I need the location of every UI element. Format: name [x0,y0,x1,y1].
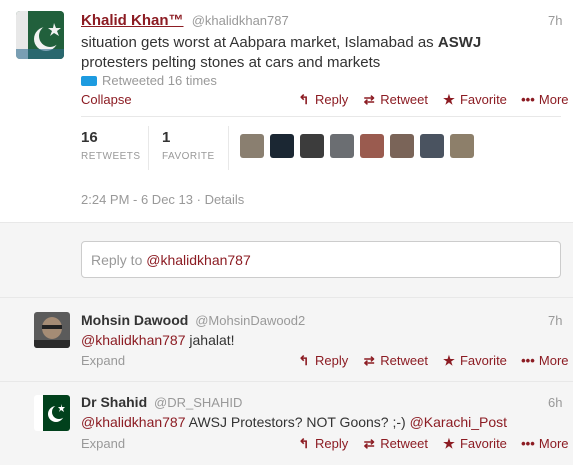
retweet-button[interactable]: ⇄ Retweet [362,92,428,107]
divider [81,116,561,117]
more-button[interactable]: ••• More [521,92,569,107]
reply-icon: ↰ [298,353,310,368]
author-line: Khalid Khan™ @khalidkhan787 [81,12,289,29]
retweet-badge-icon [81,76,97,86]
timestamp-text[interactable]: 2:24 PM - 6 Dec 13 [81,192,193,207]
reply-button[interactable]: ↰ Reply [297,92,349,107]
star-icon: ★ [443,353,455,368]
retweeter-avatar[interactable] [240,134,264,158]
retweets-count: 16 [81,129,98,146]
more-icon: ••• [521,92,535,107]
more-icon: ••• [521,353,535,368]
reply-button[interactable]: ↰ Reply [297,353,349,368]
avatar[interactable] [34,312,70,348]
favorites-count: 1 [162,129,171,146]
divider [148,126,149,170]
expand-link[interactable]: Expand [81,353,125,368]
retweeter-avatar[interactable] [420,134,444,158]
mention-link[interactable]: @khalidkhan787 [81,414,186,430]
star-icon: ★ [443,92,455,107]
reply-text-part: AWSJ Protestors? NOT Goons? ;-) [185,414,410,430]
tweet-time[interactable]: 7h [548,13,562,28]
avatar[interactable] [34,395,70,431]
more-button[interactable]: ••• More [521,353,569,368]
reply-mention: @khalidkhan787 [146,252,251,268]
favorite-label: Favorite [459,436,507,451]
reply-time[interactable]: 7h [548,313,562,328]
reply-text-part: jahalat! [185,332,235,348]
reply-tweet[interactable]: Mohsin Dawood @MohsinDawood2 7h @khalidk… [0,297,573,382]
reply-icon: ↰ [298,436,310,451]
retweet-icon: ⇄ [363,436,375,451]
retweet-label: Retweet [380,436,428,451]
favorite-button[interactable]: ★ Favorite [442,353,507,368]
more-label: More [538,353,569,368]
avatar[interactable] [16,11,64,59]
retweeted-label: Retweeted 16 times [102,73,217,88]
tweet-timestamp: 2:24 PM - 6 Dec 13 · Details [81,192,245,207]
retweeter-avatar[interactable] [390,134,414,158]
retweets-stat[interactable]: 16 RETWEETS [81,129,141,162]
reply-input[interactable]: Reply to @khalidkhan787 [81,241,561,278]
reply-prefix: Reply to [91,252,147,268]
favorite-button[interactable]: ★ Favorite [442,92,507,107]
more-icon: ••• [521,436,535,451]
reply-author-line: Mohsin Dawood @MohsinDawood2 [81,312,305,328]
reply-author-handle[interactable]: @DR_SHAHID [154,395,242,410]
retweeter-avatar[interactable] [330,134,354,158]
main-tweet[interactable]: Khalid Khan™ @khalidkhan787 7h situation… [0,0,573,298]
tweet-text-bold: ASWJ [437,34,482,51]
retweeted-indicator: Retweeted 16 times [81,73,217,88]
reply-actions: ↰ Reply ⇄ Retweet ★ Favorite ••• More [297,436,569,452]
more-button[interactable]: ••• More [521,436,569,451]
retweet-icon: ⇄ [363,92,375,107]
reply-author-fullname[interactable]: Mohsin Dawood [81,312,188,328]
tweet-text-part: protesters pelting stones at cars and ma… [81,54,381,71]
favorites-label: FAVORITE [162,151,215,162]
retweeter-avatar[interactable] [270,134,294,158]
reply-author-fullname[interactable]: Dr Shahid [81,394,147,410]
favorite-label: Favorite [459,353,507,368]
mention-link[interactable]: @Karachi_Post [410,414,507,430]
more-label: More [538,436,569,451]
retweeter-avatar[interactable] [450,134,474,158]
expand-link[interactable]: Expand [81,436,125,451]
tweet-text: situation gets worst at Aabpara market, … [81,33,551,73]
favorites-stat[interactable]: 1 FAVORITE [162,129,215,162]
details-link[interactable]: Details [205,192,245,207]
favorite-label: Favorite [459,92,507,107]
author-handle[interactable]: @khalidkhan787 [192,13,289,28]
retweet-button[interactable]: ⇄ Retweet [362,436,428,451]
reply-actions: ↰ Reply ⇄ Retweet ★ Favorite ••• More [297,353,569,369]
reply-icon: ↰ [298,92,310,107]
retweet-button[interactable]: ⇄ Retweet [362,353,428,368]
favorite-button[interactable]: ★ Favorite [442,436,507,451]
reply-text: @khalidkhan787 AWSJ Protestors? NOT Goon… [81,414,507,430]
reply-time[interactable]: 6h [548,395,562,410]
reply-author-line: Dr Shahid @DR_SHAHID [81,394,242,410]
divider [228,126,229,170]
reply-label: Reply [315,353,349,368]
author-fullname[interactable]: Khalid Khan™ [81,12,184,29]
tweet-actions: ↰ Reply ⇄ Retweet ★ Favorite ••• More [297,92,569,108]
retweet-label: Retweet [380,92,428,107]
reply-author-handle[interactable]: @MohsinDawood2 [195,313,305,328]
reply-tweet[interactable]: Dr Shahid @DR_SHAHID 6h @khalidkhan787 A… [0,381,573,465]
tweet-text-part: situation gets worst at Aabpara market, … [81,34,438,51]
retweeter-avatar[interactable] [300,134,324,158]
retweet-icon: ⇄ [363,353,375,368]
retweeter-avatar[interactable] [360,134,384,158]
mention-link[interactable]: @khalidkhan787 [81,332,186,348]
reply-text: @khalidkhan787 jahalat! [81,332,235,348]
retweets-label: RETWEETS [81,151,141,162]
collapse-link[interactable]: Collapse [81,92,132,107]
more-label: More [538,92,569,107]
retweeter-avatars [240,134,480,163]
star-icon: ★ [443,436,455,451]
reply-button[interactable]: ↰ Reply [297,436,349,451]
reply-label: Reply [315,436,349,451]
reply-label: Reply [315,92,349,107]
retweet-label: Retweet [380,353,428,368]
